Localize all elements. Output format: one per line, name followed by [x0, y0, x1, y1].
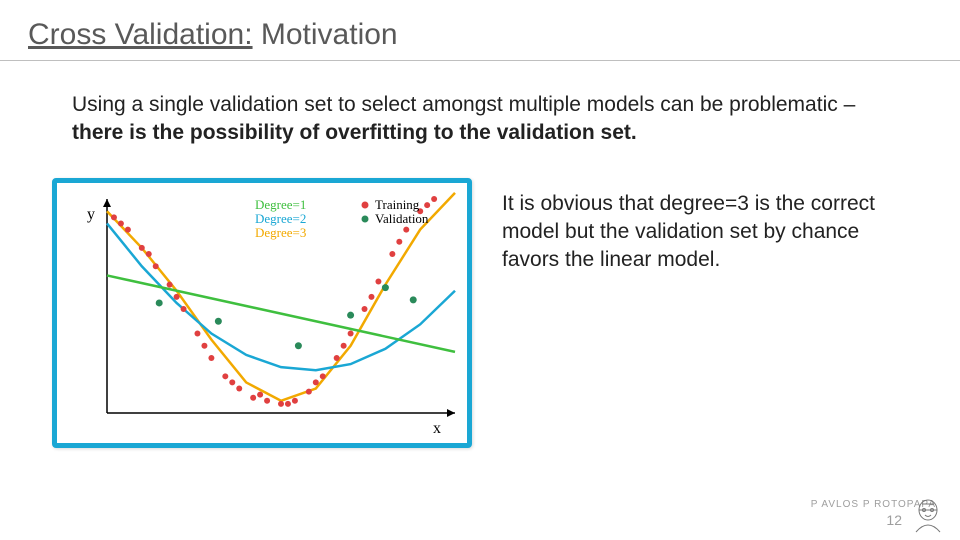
body-plain: Using a single validation set to select …	[72, 93, 855, 116]
body-text: Using a single validation set to select …	[0, 61, 960, 148]
svg-text:Training: Training	[375, 197, 420, 212]
title-underlined: Cross Validation:	[28, 18, 253, 51]
body-bold: there is the possibility of overfitting …	[72, 121, 637, 144]
overfit-figure: y x Degree=1Degree=2Degree=3 TrainingValida…	[52, 178, 472, 448]
svg-text:x: x	[433, 420, 441, 437]
page-title: Cross Validation: Motivation	[0, 0, 960, 60]
svg-text:Degree=2: Degree=2	[255, 211, 306, 226]
chart-svg: y x Degree=1Degree=2Degree=3 TrainingValida…	[65, 191, 465, 441]
title-rest: Motivation	[253, 18, 398, 51]
avatar-icon	[910, 496, 946, 534]
svg-text:y: y	[87, 206, 95, 223]
figure-caption: It is obvious that degree=3 is the corre…	[502, 178, 882, 275]
svg-text:Degree=3: Degree=3	[255, 225, 306, 240]
svg-text:Degree=1: Degree=1	[255, 197, 306, 212]
svg-text:Validation: Validation	[375, 211, 429, 226]
